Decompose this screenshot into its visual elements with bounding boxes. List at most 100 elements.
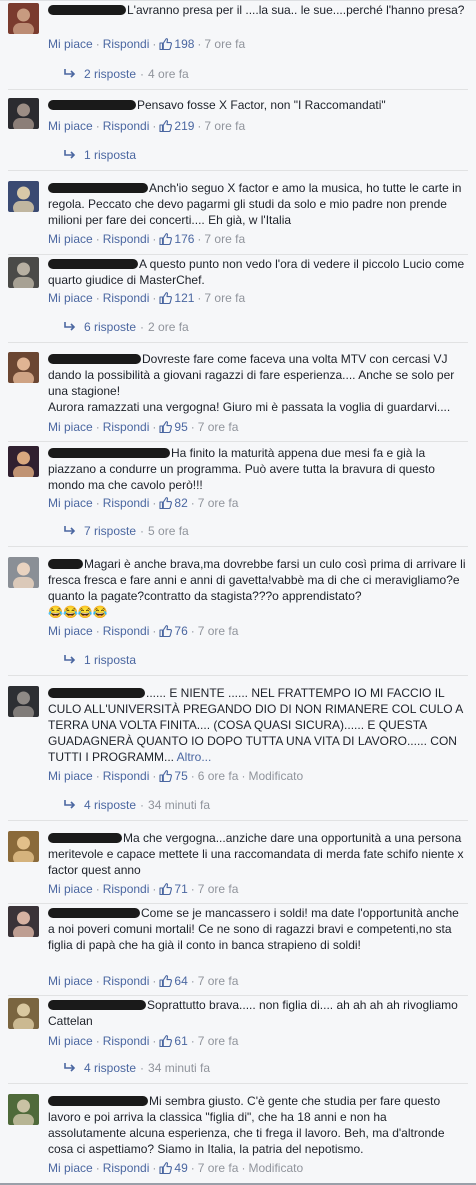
author-name-redacted[interactable] bbox=[48, 1096, 148, 1106]
reply-arrow-icon bbox=[64, 655, 76, 664]
author-name-redacted[interactable] bbox=[48, 908, 140, 918]
timestamp[interactable]: 7 ore fa bbox=[204, 37, 245, 51]
timestamp[interactable]: 7 ore fa bbox=[198, 1161, 239, 1175]
author-name-redacted[interactable] bbox=[48, 100, 136, 110]
view-replies[interactable]: 7 risposte · 5 ore fa bbox=[64, 524, 189, 538]
like-button[interactable]: Mi piace bbox=[48, 1161, 93, 1175]
like-button[interactable]: Mi piace bbox=[48, 119, 93, 133]
view-replies[interactable]: 4 risposte · 34 minuti fa bbox=[64, 798, 210, 812]
like-count[interactable]: 64 bbox=[174, 974, 187, 988]
avatar[interactable] bbox=[8, 557, 39, 588]
avatar[interactable] bbox=[8, 906, 39, 937]
avatar[interactable] bbox=[8, 998, 39, 1029]
like-count[interactable]: 76 bbox=[174, 624, 187, 638]
timestamp[interactable]: 7 ore fa bbox=[198, 624, 239, 638]
reply-button[interactable]: Rispondi bbox=[103, 420, 150, 434]
timestamp[interactable]: 6 ore fa bbox=[198, 769, 239, 783]
reply-button[interactable]: Rispondi bbox=[103, 291, 150, 305]
like-count[interactable]: 71 bbox=[174, 882, 187, 896]
thumbs-up-icon bbox=[159, 770, 173, 782]
replies-count-link[interactable]: 1 risposta bbox=[84, 148, 136, 162]
reply-button[interactable]: Rispondi bbox=[103, 624, 150, 638]
view-replies[interactable]: 1 risposta bbox=[64, 148, 136, 162]
reply-button[interactable]: Rispondi bbox=[103, 769, 150, 783]
reply-button[interactable]: Rispondi bbox=[103, 882, 150, 896]
like-button[interactable]: Mi piace bbox=[48, 1034, 93, 1048]
author-name-redacted[interactable] bbox=[48, 259, 138, 269]
author-name-redacted[interactable] bbox=[48, 183, 148, 193]
reply-button[interactable]: Rispondi bbox=[103, 37, 150, 51]
comment-text: Magari è anche brava,ma dovrebbe farsi u… bbox=[48, 556, 468, 620]
like-button[interactable]: Mi piace bbox=[48, 769, 93, 783]
like-count[interactable]: 121 bbox=[174, 291, 194, 305]
avatar[interactable] bbox=[8, 98, 39, 129]
author-name-redacted[interactable] bbox=[48, 1000, 146, 1010]
like-count[interactable]: 219 bbox=[174, 119, 194, 133]
like-button[interactable]: Mi piace bbox=[48, 37, 93, 51]
avatar[interactable] bbox=[8, 446, 39, 477]
reply-arrow-icon bbox=[64, 322, 76, 331]
comment-text: ...... E NIENTE ...... NEL FRATTEMPO IO … bbox=[48, 685, 468, 765]
avatar[interactable] bbox=[8, 1094, 39, 1125]
reply-button[interactable]: Rispondi bbox=[103, 1034, 150, 1048]
author-name-redacted[interactable] bbox=[48, 833, 122, 843]
separator: · bbox=[140, 67, 145, 81]
edited-label[interactable]: Modificato bbox=[248, 1161, 303, 1175]
separator: · bbox=[95, 769, 100, 783]
view-replies[interactable]: 4 risposte · 34 minuti fa bbox=[64, 1061, 210, 1075]
reply-button[interactable]: Rispondi bbox=[103, 232, 150, 246]
timestamp[interactable]: 7 ore fa bbox=[198, 1034, 239, 1048]
view-replies[interactable]: 1 risposta bbox=[64, 653, 136, 667]
avatar[interactable] bbox=[8, 831, 39, 862]
like-button[interactable]: Mi piace bbox=[48, 420, 93, 434]
comment-text-line: L'avranno presa per il ....la sua.. le s… bbox=[127, 3, 465, 17]
timestamp[interactable]: 7 ore fa bbox=[204, 119, 245, 133]
like-button[interactable]: Mi piace bbox=[48, 624, 93, 638]
author-name-redacted[interactable] bbox=[48, 688, 145, 698]
reply-button[interactable]: Rispondi bbox=[103, 496, 150, 510]
replies-count-link[interactable]: 4 risposte bbox=[84, 1061, 136, 1075]
avatar[interactable] bbox=[8, 686, 39, 717]
timestamp[interactable]: 7 ore fa bbox=[204, 291, 245, 305]
author-name-redacted[interactable] bbox=[48, 354, 141, 364]
replies-count-link[interactable]: 7 risposte bbox=[84, 524, 136, 538]
like-count[interactable]: 61 bbox=[174, 1034, 187, 1048]
timestamp[interactable]: 7 ore fa bbox=[198, 974, 239, 988]
avatar[interactable] bbox=[8, 352, 39, 383]
reply-button[interactable]: Rispondi bbox=[103, 119, 150, 133]
view-replies[interactable]: 6 risposte · 2 ore fa bbox=[64, 320, 189, 334]
separator: · bbox=[95, 1034, 100, 1048]
view-replies[interactable]: 2 risposte · 4 ore fa bbox=[64, 67, 189, 81]
comment-actions: Mi piace · Rispondi · 198 · 7 ore fa bbox=[48, 37, 245, 51]
like-button[interactable]: Mi piace bbox=[48, 232, 93, 246]
replies-count-link[interactable]: 2 risposte bbox=[84, 67, 136, 81]
like-button[interactable]: Mi piace bbox=[48, 882, 93, 896]
avatar[interactable] bbox=[8, 3, 39, 34]
timestamp[interactable]: 7 ore fa bbox=[198, 882, 239, 896]
like-count[interactable]: 82 bbox=[174, 496, 187, 510]
avatar[interactable] bbox=[8, 181, 39, 212]
comment-text-line: Magari è anche brava,ma dovrebbe farsi u… bbox=[48, 557, 466, 603]
like-count[interactable]: 95 bbox=[174, 420, 187, 434]
timestamp[interactable]: 7 ore fa bbox=[204, 232, 245, 246]
like-button[interactable]: Mi piace bbox=[48, 974, 93, 988]
like-count[interactable]: 198 bbox=[174, 37, 194, 51]
like-count[interactable]: 49 bbox=[174, 1161, 187, 1175]
like-button[interactable]: Mi piace bbox=[48, 291, 93, 305]
reply-button[interactable]: Rispondi bbox=[103, 1161, 150, 1175]
see-more-link[interactable]: Altro... bbox=[177, 750, 212, 764]
reply-button[interactable]: Rispondi bbox=[103, 974, 150, 988]
like-count[interactable]: 75 bbox=[174, 769, 187, 783]
timestamp[interactable]: 7 ore fa bbox=[198, 420, 239, 434]
avatar[interactable] bbox=[8, 257, 39, 288]
edited-label[interactable]: Modificato bbox=[248, 769, 303, 783]
like-count[interactable]: 176 bbox=[174, 232, 194, 246]
like-button[interactable]: Mi piace bbox=[48, 496, 93, 510]
replies-count-link[interactable]: 1 risposta bbox=[84, 653, 136, 667]
author-name-redacted[interactable] bbox=[48, 559, 83, 569]
replies-count-link[interactable]: 6 risposte bbox=[84, 320, 136, 334]
author-name-redacted[interactable] bbox=[48, 5, 126, 15]
timestamp[interactable]: 7 ore fa bbox=[198, 496, 239, 510]
replies-count-link[interactable]: 4 risposte bbox=[84, 798, 136, 812]
author-name-redacted[interactable] bbox=[48, 448, 170, 458]
